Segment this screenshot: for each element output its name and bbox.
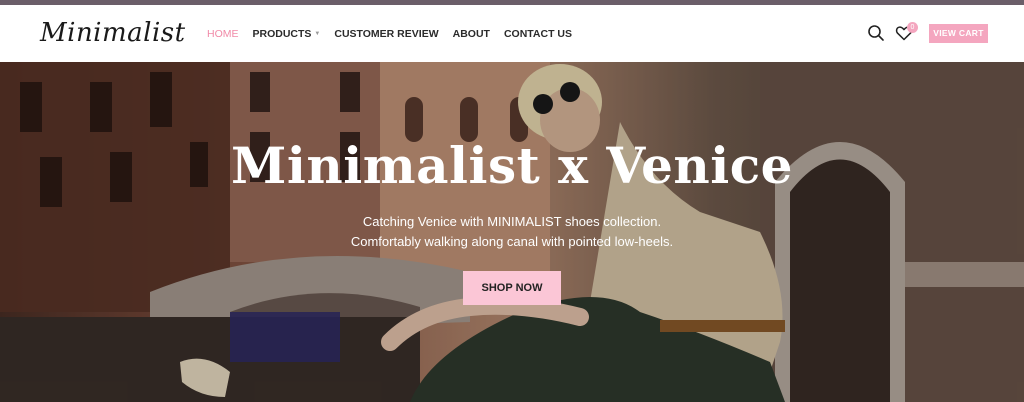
- nav-item-contact-us[interactable]: CONTACT US: [504, 28, 572, 40]
- main-nav: HOME PRODUCTS ▼ CUSTOMER REVIEW ABOUT CO…: [207, 5, 586, 62]
- nav-item-label: PRODUCTS: [252, 27, 312, 40]
- nav-item-products[interactable]: PRODUCTS ▼: [253, 28, 321, 40]
- hero-subtitle-line-2: Comfortably walking along canal with poi…: [350, 234, 674, 249]
- nav-item-label: ABOUT: [452, 27, 490, 40]
- wishlist-count-badge: 0: [907, 22, 918, 33]
- nav-item-label: HOME: [207, 27, 239, 40]
- search-icon[interactable]: [867, 24, 885, 42]
- nav-item-label: CONTACT US: [503, 27, 573, 40]
- view-cart-button[interactable]: VIEW CART: [929, 24, 988, 43]
- chevron-down-icon: ▼: [314, 30, 321, 37]
- hero-banner: Minimalist x Venice Catching Venice with…: [0, 62, 1024, 402]
- nav-item-home[interactable]: HOME: [207, 28, 239, 40]
- nav-item-about[interactable]: ABOUT: [453, 28, 490, 40]
- hero-overlay: [0, 62, 1024, 402]
- nav-item-customer-review[interactable]: CUSTOMER REVIEW: [334, 28, 438, 40]
- shop-now-button[interactable]: SHOP NOW: [463, 271, 561, 305]
- nav-item-label: CUSTOMER REVIEW: [334, 27, 439, 40]
- hero-subtitle-line-1: Catching Venice with MINIMALIST shoes co…: [362, 214, 662, 229]
- site-logo[interactable]: Minimalist: [40, 15, 186, 51]
- site-header: Minimalist HOME PRODUCTS ▼ CUSTOMER REVI…: [0, 5, 1024, 62]
- hero-title: Minimalist x Venice: [231, 136, 793, 195]
